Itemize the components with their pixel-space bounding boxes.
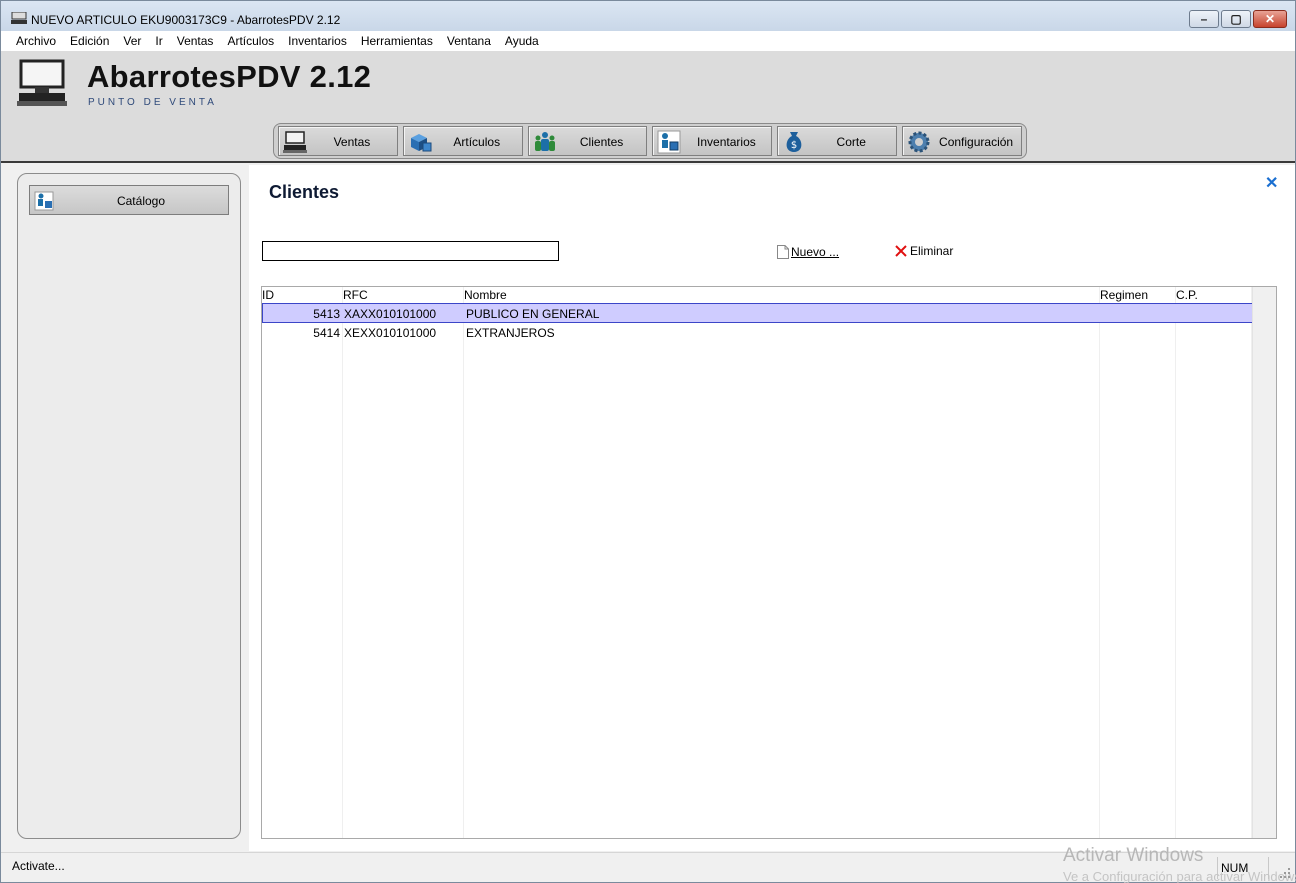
minimize-button[interactable]: – (1189, 10, 1219, 28)
register-app-icon (11, 12, 27, 24)
activation-watermark-title: Activar Windows (1063, 845, 1204, 866)
app-header: AbarrotesPDV 2.12 PUNTO DE VENTA Ventas … (1, 51, 1295, 163)
brand-title: AbarrotesPDV 2.12 (87, 59, 372, 94)
toolbar-inventarios-button[interactable]: Inventarios (652, 126, 773, 156)
column-divider (1175, 287, 1176, 838)
brand-subtitle: PUNTO DE VENTA (88, 97, 217, 108)
clients-table: ID RFC Nombre Regimen C.P. 5413 XAXX0101… (261, 286, 1277, 839)
toolbar-label: Corte (836, 135, 866, 149)
delete-icon (895, 245, 907, 257)
catalog-label: Catálogo (116, 194, 166, 208)
new-client-label: Nuevo ... (791, 245, 840, 259)
close-panel-icon[interactable]: ✕ (1265, 173, 1278, 193)
register-icon (283, 131, 307, 153)
new-client-button[interactable]: Nuevo ... (777, 245, 839, 259)
close-window-button[interactable]: ✕ (1253, 10, 1287, 28)
column-header-id[interactable]: ID (262, 288, 274, 302)
window-title: NUEVO ARTICULO EKU9003173C9 - AbarrotesP… (31, 13, 341, 27)
delete-client-label: Eliminar (910, 244, 954, 258)
clients-icon (534, 132, 555, 151)
minimize-icon: – (1200, 12, 1208, 26)
cell-nombre: PUBLICO EN GENERAL (466, 307, 600, 321)
menu-edicion[interactable]: Edición (63, 31, 116, 51)
activation-watermark-subtitle: Ve a Configuración para activar Windows. (1063, 869, 1296, 883)
toolbar-label: Inventarios (697, 135, 756, 149)
toolbar-articulos-button[interactable]: Artículos (402, 126, 523, 156)
column-divider (463, 287, 464, 838)
column-header-cp[interactable]: C.P. (1176, 288, 1198, 302)
inventory-icon (657, 130, 681, 154)
left-panel: Catálogo (17, 173, 241, 839)
column-header-rfc[interactable]: RFC (343, 288, 368, 302)
toolbar-ventas-button[interactable]: Ventas (278, 126, 398, 156)
menu-archivo[interactable]: Archivo (9, 31, 63, 51)
svg-text:$: $ (791, 140, 797, 151)
toolbar-label: Ventas (333, 135, 371, 149)
status-text: Activate... (12, 859, 65, 873)
menu-ir[interactable]: Ir (148, 31, 169, 51)
cell-id: 5414 (313, 326, 340, 340)
menu-ver[interactable]: Ver (116, 31, 148, 51)
document-icon (777, 245, 789, 259)
table-row[interactable]: 5414 XEXX010101000 EXTRANJEROS (263, 323, 1259, 343)
menu-bar: Archivo Edición Ver Ir Ventas Artículos … (1, 31, 1295, 51)
maximize-icon: ▢ (1230, 12, 1242, 26)
table-header: ID RFC Nombre Regimen C.P. (262, 287, 1252, 303)
menu-ayuda[interactable]: Ayuda (498, 31, 546, 51)
cell-rfc: XAXX010101000 (344, 307, 437, 321)
catalog-button[interactable]: Catálogo (29, 185, 229, 215)
column-divider (1099, 287, 1100, 838)
main-toolbar: Ventas Artículos Clientes Inventarios $ … (273, 123, 1027, 159)
cell-rfc: XEXX010101000 (344, 326, 437, 340)
close-icon: ✕ (1264, 12, 1276, 26)
app-window: NUEVO ARTICULO EKU9003173C9 - AbarrotesP… (0, 0, 1296, 883)
inventory-icon (34, 191, 54, 211)
page-title: Clientes (269, 182, 340, 202)
menu-ventana[interactable]: Ventana (440, 31, 498, 51)
toolbar-label: Configuración (939, 135, 1014, 149)
maximize-button[interactable]: ▢ (1221, 10, 1251, 28)
table-row[interactable]: 5413 XAXX010101000 PUBLICO EN GENERAL (262, 303, 1258, 323)
title-bar[interactable]: NUEVO ARTICULO EKU9003173C9 - AbarrotesP… (1, 1, 1295, 31)
search-input[interactable] (262, 241, 559, 261)
vertical-scrollbar[interactable] (1252, 287, 1276, 838)
resize-grip-icon[interactable] (1279, 867, 1291, 879)
column-header-regimen[interactable]: Regimen (1100, 288, 1148, 302)
menu-ventas[interactable]: Ventas (170, 31, 221, 51)
main-panel: Clientes ✕ Nuevo ... Eliminar ID RFC Nom… (249, 165, 1295, 851)
column-header-nombre[interactable]: Nombre (464, 288, 507, 302)
money-bag-icon: $ (786, 132, 802, 152)
toolbar-label: Clientes (579, 135, 624, 149)
column-divider (342, 287, 343, 838)
boxes-icon (410, 134, 432, 152)
gear-icon (908, 131, 930, 153)
cell-nombre: EXTRANJEROS (466, 326, 555, 340)
toolbar-configuracion-button[interactable]: Configuración (902, 126, 1022, 156)
toolbar-label: Artículos (453, 135, 501, 149)
window-controls: – ▢ ✕ (1189, 10, 1287, 28)
menu-herramientas[interactable]: Herramientas (354, 31, 440, 51)
cell-id: 5413 (313, 307, 340, 321)
register-logo-icon (17, 59, 67, 106)
menu-inventarios[interactable]: Inventarios (281, 31, 354, 51)
menu-articulos[interactable]: Artículos (220, 31, 281, 51)
toolbar-corte-button[interactable]: $ Corte (777, 126, 898, 156)
delete-client-button[interactable]: Eliminar (894, 244, 953, 258)
toolbar-clientes-button[interactable]: Clientes (527, 126, 648, 156)
